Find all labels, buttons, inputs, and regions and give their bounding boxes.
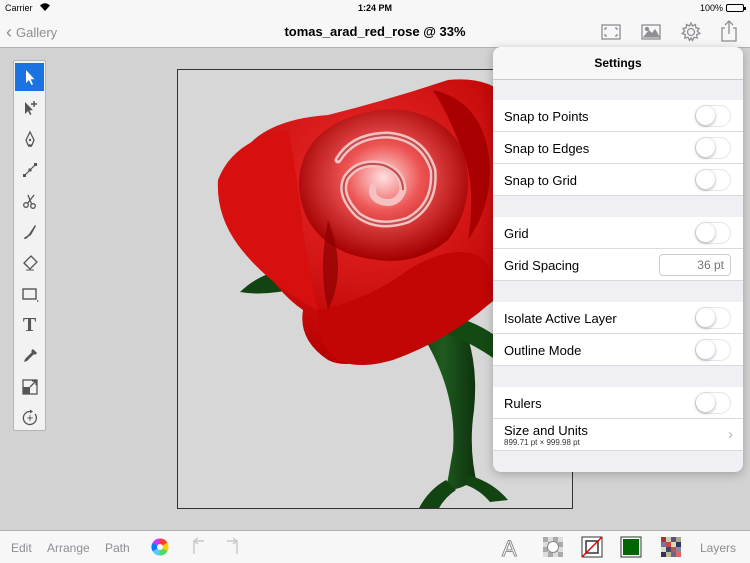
snap-to-points-row: Snap to Points <box>493 100 743 132</box>
size-and-units-row[interactable]: Size and Units 899.71 pt × 999.98 pt › <box>493 419 743 451</box>
fill-color-swatch[interactable] <box>620 536 642 558</box>
snap-to-edges-row: Snap to Edges <box>493 132 743 164</box>
direct-select-icon <box>24 101 37 115</box>
arrange-button[interactable]: Arrange <box>47 541 90 555</box>
scissors-icon <box>22 194 36 209</box>
rulers-toggle[interactable] <box>695 392 731 414</box>
select-tool[interactable] <box>15 63 44 91</box>
select-arrow-icon <box>25 70 34 85</box>
brush-tool[interactable] <box>15 218 44 246</box>
settings-popover: Settings Snap to Points Snap to Edges Sn… <box>493 47 743 472</box>
document-title: tomas_arad_red_rose @ 33% <box>284 24 466 39</box>
path-button[interactable]: Path <box>105 541 130 555</box>
toolbox: T <box>13 60 46 431</box>
grid-spacing-row: Grid Spacing <box>493 249 743 281</box>
rectangle-icon <box>21 288 39 302</box>
brush-icon <box>23 225 36 239</box>
transform-tool[interactable] <box>15 373 44 401</box>
typography-glyph: A <box>502 536 518 562</box>
layers-button[interactable]: Layers <box>700 541 736 555</box>
eraser-tool[interactable] <box>15 249 44 277</box>
isolate-layer-toggle[interactable] <box>695 307 731 329</box>
stroke-color-icon[interactable] <box>581 536 603 558</box>
status-bar: Carrier 1:24 PM 100% <box>0 0 750 16</box>
snap-to-grid-label: Snap to Grid <box>504 173 577 188</box>
size-and-units-value: 899.71 pt × 999.98 pt <box>504 438 580 447</box>
nav-bar: ‹ Gallery tomas_arad_red_rose @ 33% <box>0 16 750 48</box>
snap-to-edges-label: Snap to Edges <box>504 141 590 156</box>
rulers-label: Rulers <box>504 396 542 411</box>
grid-spacing-label: Grid Spacing <box>504 258 580 273</box>
rectangle-tool[interactable] <box>15 280 44 308</box>
clock: 1:24 PM <box>357 3 392 13</box>
size-and-units-label: Size and Units <box>504 423 588 438</box>
bottom-toolbar: Edit Arrange Path A Layers <box>0 530 750 563</box>
fullscreen-icon[interactable] <box>600 22 622 42</box>
direct-select-tool[interactable] <box>15 94 44 122</box>
eyedropper-icon <box>23 349 37 362</box>
snap-to-edges-toggle[interactable] <box>695 137 731 159</box>
swatches-icon[interactable] <box>660 536 682 558</box>
rotate-tool[interactable] <box>15 404 44 432</box>
outline-mode-toggle[interactable] <box>695 339 731 361</box>
mask-icon[interactable] <box>542 536 564 558</box>
share-icon[interactable] <box>718 19 740 42</box>
battery-icon <box>726 4 746 12</box>
pen-icon <box>24 130 35 147</box>
grid-label: Grid <box>504 226 529 241</box>
image-icon[interactable] <box>640 22 662 42</box>
text-tool[interactable]: T <box>15 311 44 339</box>
snap-to-grid-row: Snap to Grid <box>493 164 743 196</box>
battery-percent: 100% <box>699 3 723 13</box>
eyedropper-tool[interactable] <box>15 342 44 370</box>
snap-to-points-toggle[interactable] <box>695 105 731 127</box>
node-icon <box>22 163 37 177</box>
node-tool[interactable] <box>15 156 44 184</box>
redo-icon[interactable] <box>223 537 245 559</box>
chevron-right-icon: › <box>728 426 733 443</box>
undo-icon[interactable] <box>188 537 210 559</box>
snap-to-points-label: Snap to Points <box>504 109 589 124</box>
outline-mode-label: Outline Mode <box>504 343 582 358</box>
scissors-tool[interactable] <box>15 187 44 215</box>
settings-title: Settings <box>493 47 743 80</box>
edit-button[interactable]: Edit <box>11 541 32 555</box>
snap-to-grid-toggle[interactable] <box>695 169 731 191</box>
eraser-icon <box>22 255 38 271</box>
grid-row: Grid <box>493 217 743 249</box>
isolate-layer-label: Isolate Active Layer <box>504 311 617 326</box>
gear-icon[interactable] <box>680 21 702 42</box>
isolate-layer-row: Isolate Active Layer <box>493 302 743 334</box>
transform-icon <box>21 379 38 395</box>
typography-icon[interactable]: A <box>502 536 524 562</box>
grid-spacing-input[interactable] <box>659 254 731 276</box>
outline-mode-row: Outline Mode <box>493 334 743 366</box>
pen-tool[interactable] <box>15 125 44 153</box>
grid-toggle[interactable] <box>695 222 731 244</box>
color-wheel-icon[interactable] <box>150 537 172 559</box>
rulers-row: Rulers <box>493 387 743 419</box>
text-icon: T <box>22 313 37 336</box>
rotate-icon <box>22 409 37 426</box>
